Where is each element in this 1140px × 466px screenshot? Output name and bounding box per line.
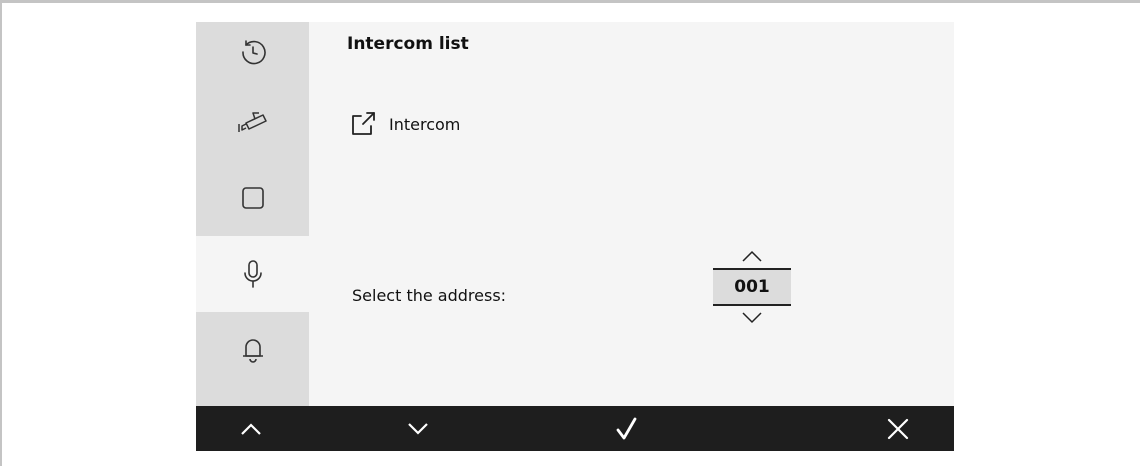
external-link-icon <box>352 112 375 135</box>
frame-border-left <box>0 0 2 466</box>
address-increment-button[interactable] <box>713 244 791 268</box>
main-content: Intercom list Intercom Select the addres… <box>309 22 954 406</box>
down-button[interactable] <box>373 406 463 451</box>
address-spinner: 001 <box>713 244 791 330</box>
chevron-down-icon <box>408 422 428 435</box>
sidebar-item-camera[interactable] <box>196 84 309 160</box>
address-decrement-button[interactable] <box>713 306 791 330</box>
surveillance-camera-icon <box>237 112 267 132</box>
bell-icon <box>242 339 263 363</box>
chevron-up-icon <box>241 422 261 435</box>
address-label: Select the address: <box>352 286 507 305</box>
square-icon <box>241 187 264 209</box>
confirm-button[interactable] <box>582 406 672 451</box>
microphone-icon <box>243 260 262 288</box>
chevron-up-icon <box>742 250 762 262</box>
sidebar <box>196 22 309 406</box>
checkmark-icon <box>616 417 637 439</box>
up-button[interactable] <box>206 406 296 451</box>
sidebar-item-square[interactable] <box>196 160 309 236</box>
frame-border-top <box>0 0 1140 3</box>
bottom-bar <box>196 406 954 451</box>
history-icon <box>241 40 266 65</box>
page-title: Intercom list <box>347 34 469 54</box>
close-button[interactable] <box>853 406 943 451</box>
sidebar-item-alarm[interactable] <box>196 312 309 388</box>
sidebar-item-intercom[interactable] <box>196 236 309 312</box>
intercom-link[interactable]: Intercom <box>349 110 460 138</box>
sidebar-item-history[interactable] <box>196 22 309 84</box>
device-screen: Intercom list Intercom Select the addres… <box>196 22 954 451</box>
intercom-link-label: Intercom <box>389 114 461 134</box>
address-value[interactable]: 001 <box>713 268 791 306</box>
close-icon <box>887 418 909 439</box>
chevron-down-icon <box>742 312 762 324</box>
